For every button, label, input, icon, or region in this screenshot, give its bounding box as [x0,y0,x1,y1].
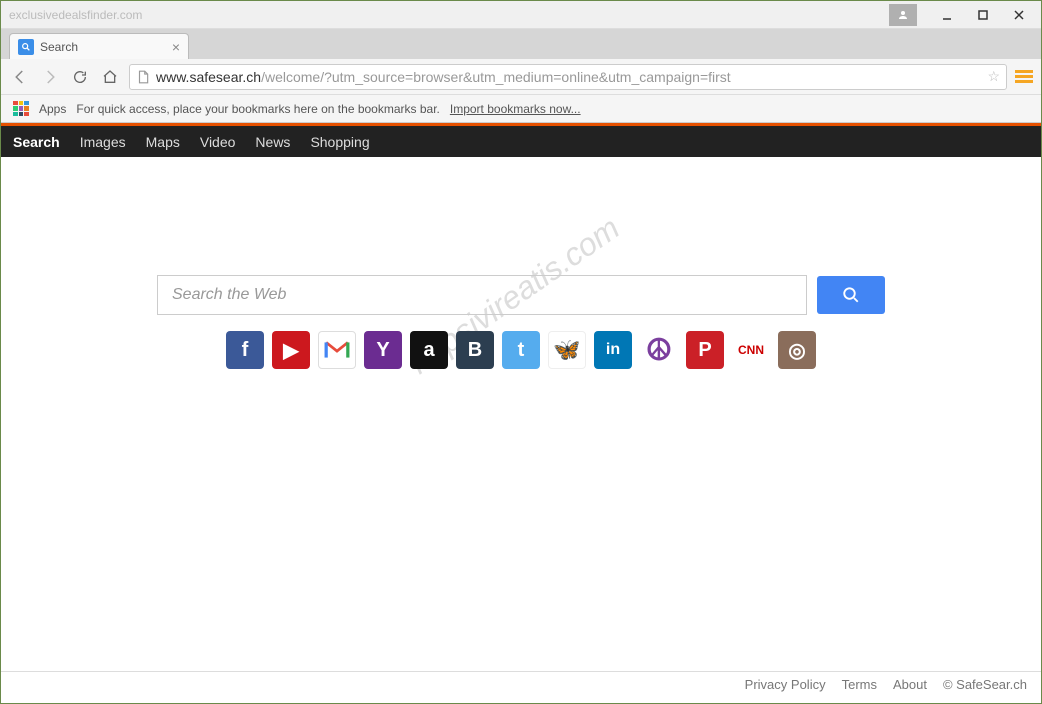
bookmark-star-icon[interactable]: ☆ [987,68,1000,85]
facebook-icon[interactable]: f [226,331,264,369]
nav-tab-search[interactable]: Search [13,134,60,150]
nav-tab-images[interactable]: Images [80,134,126,150]
apps-icon[interactable] [13,101,29,117]
nav-tab-news[interactable]: News [255,134,290,150]
home-button[interactable] [99,66,121,88]
forward-button[interactable] [39,66,61,88]
youtube-icon[interactable]: ▶ [272,331,310,369]
search-button[interactable] [817,276,885,314]
import-bookmarks-link[interactable]: Import bookmarks now... [450,102,581,116]
instagram-icon[interactable]: ◎ [778,331,816,369]
cnn-icon[interactable]: CNN [732,331,770,369]
apps-label[interactable]: Apps [39,102,66,116]
vk-icon[interactable]: B [456,331,494,369]
window-titlebar: exclusivedealsfinder.com [1,1,1041,29]
bookmarks-bar: Apps For quick access, place your bookma… [1,95,1041,123]
linkedin-icon[interactable]: in [594,331,632,369]
tab-title: Search [40,40,78,54]
pinterest-icon[interactable]: P [686,331,724,369]
back-button[interactable] [9,66,31,88]
nav-tab-video[interactable]: Video [200,134,236,150]
page-icon [136,70,150,84]
browser-tab[interactable]: Search × [9,33,189,59]
gmail-icon[interactable] [318,331,356,369]
window-title: exclusivedealsfinder.com [5,8,889,22]
address-bar: www.safesear.ch/welcome/?utm_source=brow… [1,59,1041,95]
twitter-icon[interactable]: t [502,331,540,369]
maximize-button[interactable] [965,4,1001,26]
search-favicon-icon [18,39,34,55]
reload-button[interactable] [69,66,91,88]
peace-icon[interactable]: ☮ [640,331,678,369]
footer-copyright: © SafeSear.ch [943,677,1027,692]
footer-link-terms[interactable]: Terms [842,677,877,692]
category-nav: Search Images Maps Video News Shopping [1,123,1041,157]
user-icon[interactable] [889,4,917,26]
amazon-icon[interactable]: a [410,331,448,369]
close-button[interactable] [1001,4,1037,26]
url-input[interactable]: www.safesear.ch/welcome/?utm_source=brow… [129,64,1007,90]
bookmarks-hint: For quick access, place your bookmarks h… [76,102,440,116]
url-text: www.safesear.ch/welcome/?utm_source=brow… [156,69,981,85]
page-footer: Privacy Policy Terms About © SafeSear.ch [1,671,1041,697]
quick-links-row: f▶ YaBt🦋in☮PCNN◎ [226,331,816,369]
yahoo-icon[interactable]: Y [364,331,402,369]
footer-link-privacy[interactable]: Privacy Policy [745,677,826,692]
hamburger-menu-icon[interactable] [1015,70,1033,83]
nav-tab-shopping[interactable]: Shopping [310,134,369,150]
search-input[interactable]: Search the Web [157,275,807,315]
footer-link-about[interactable]: About [893,677,927,692]
search-icon [842,286,860,304]
page-content: httpsivireatis.com Search the Web f▶YaBt… [1,157,1041,697]
tab-close-icon[interactable]: × [172,39,180,55]
tab-bar: Search × [1,29,1041,59]
butterfly-icon[interactable]: 🦋 [548,331,586,369]
nav-tab-maps[interactable]: Maps [146,134,180,150]
minimize-button[interactable] [929,4,965,26]
